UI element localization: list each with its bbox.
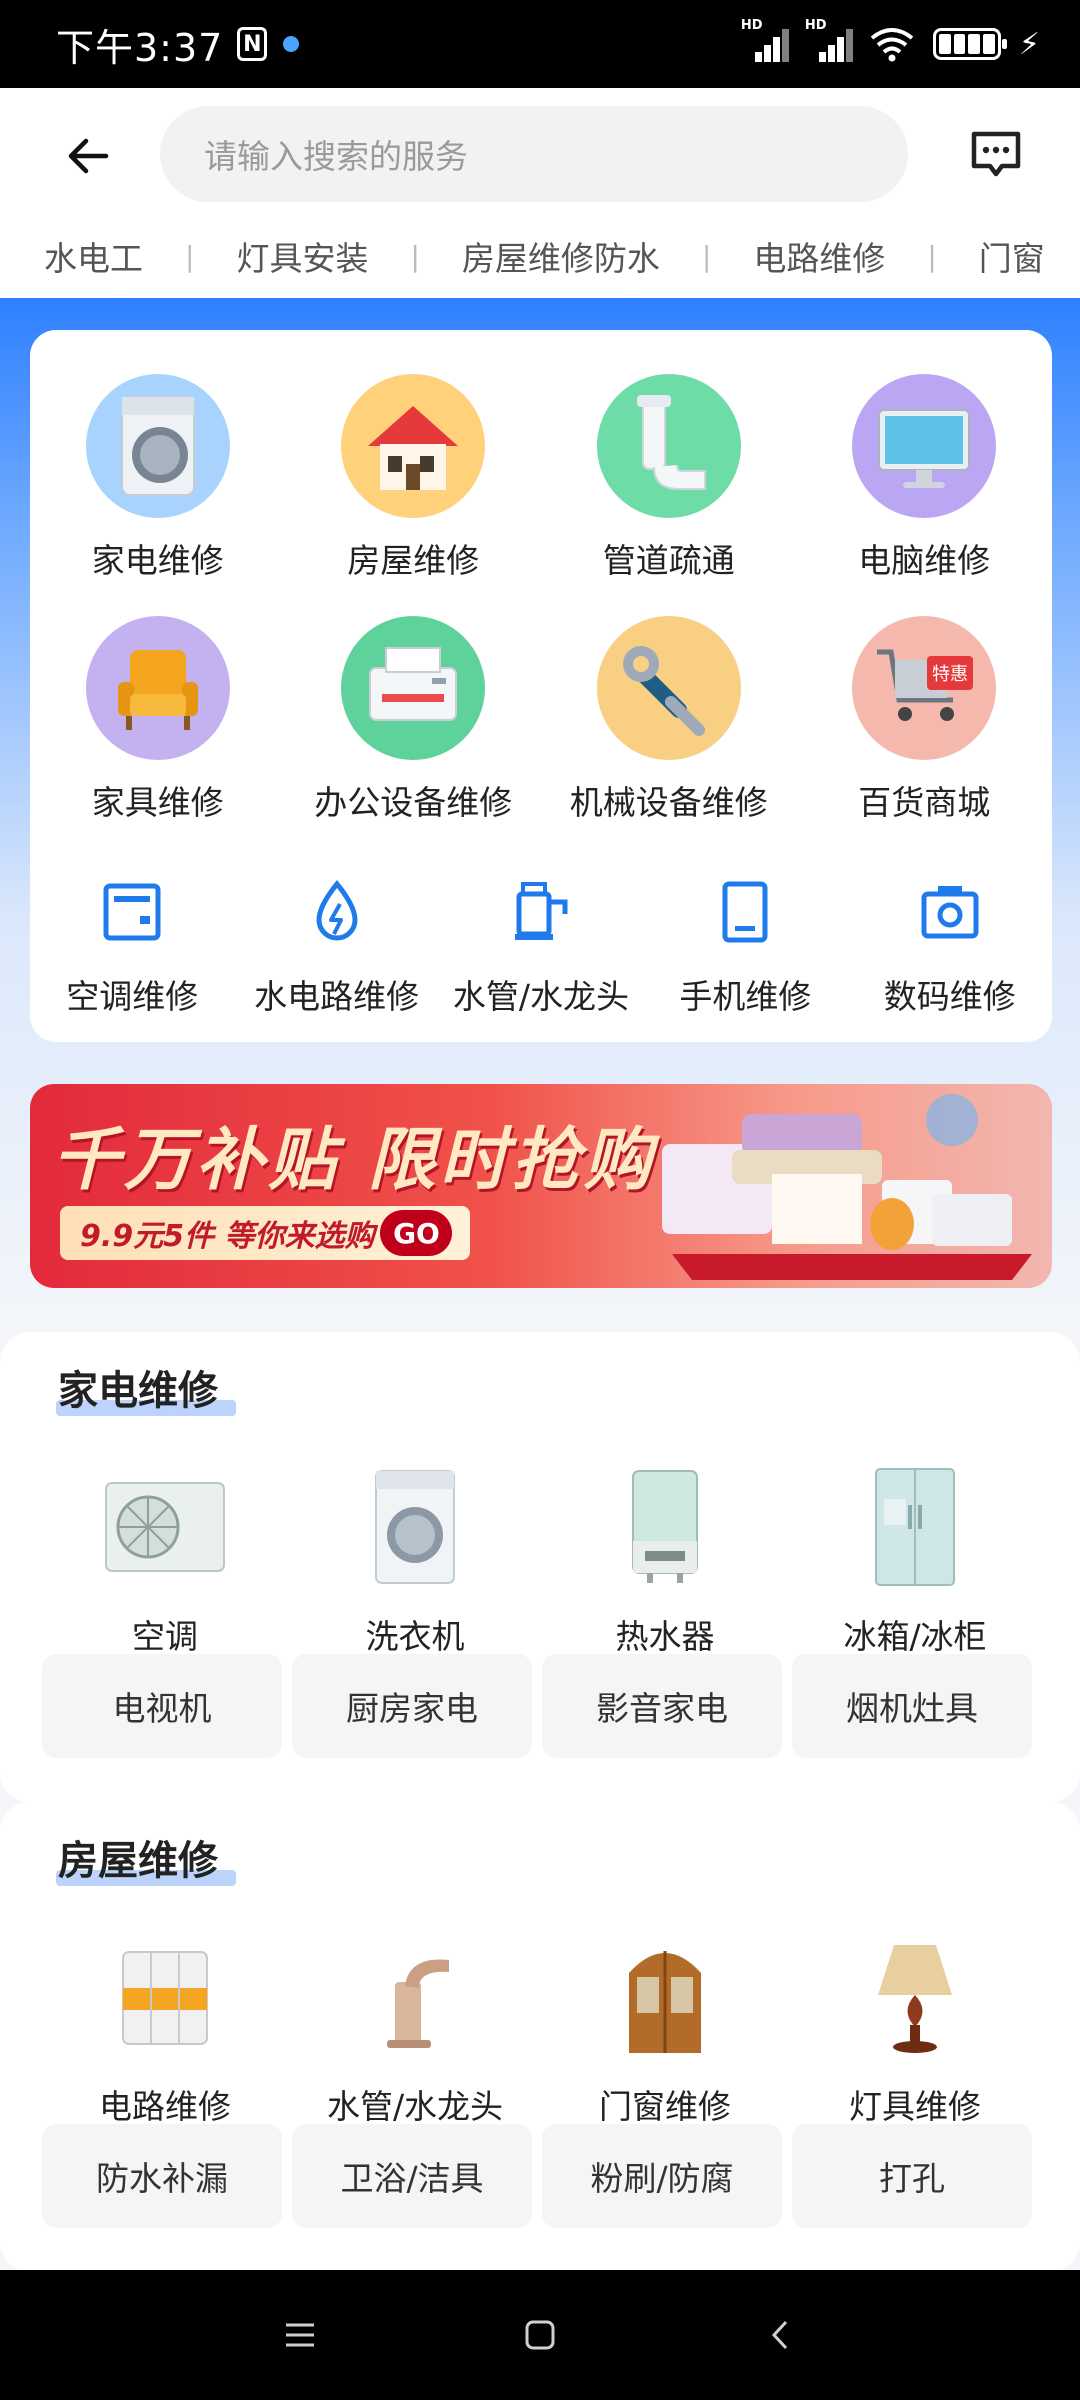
services-row: 家电维修 房屋维修 管道疏通 电脑维修 xyxy=(30,374,1052,582)
signal-icon: HD xyxy=(741,18,789,62)
service-water-electric-repair[interactable]: 水电路维修 xyxy=(234,876,438,1018)
category-tab[interactable]: 电路维修 xyxy=(753,232,885,280)
phone-icon xyxy=(709,876,781,948)
menu-button[interactable] xyxy=(270,2305,330,2365)
services-row-small: 空调维修 水电路维修 水管/水龙头 手机维修 数码维修 xyxy=(30,876,1052,1018)
search-placeholder: 请输入搜索的服务 xyxy=(204,137,468,176)
service-machinery-repair[interactable]: 机械设备维修 xyxy=(541,616,797,824)
chip-waterproofing[interactable]: 防水补漏 xyxy=(42,2124,282,2228)
service-furniture-repair[interactable]: 家具维修 xyxy=(30,616,286,824)
banner-title: 千万补贴 限时抢购 xyxy=(52,1121,656,1200)
water-electric-icon xyxy=(301,876,373,948)
back-button[interactable] xyxy=(60,128,116,184)
banner-go-button[interactable]: GO xyxy=(380,1210,453,1256)
house-repair-section: 房屋维修 电路维修 水管/水龙头 门窗维修 灯具维修 防水补漏 卫浴/洁具 粉刷… xyxy=(0,1802,1080,2272)
product-row: 电路维修 水管/水龙头 门窗维修 灯具维修 xyxy=(40,1932,1040,2128)
chip-tv[interactable]: 电视机 xyxy=(42,1654,282,1758)
product-circuit-repair[interactable]: 电路维修 xyxy=(40,1932,290,2128)
product-faucet[interactable]: 水管/水龙头 xyxy=(290,1932,540,2128)
wrench-icon xyxy=(596,616,741,760)
back-nav-button[interactable] xyxy=(750,2305,810,2365)
search-input[interactable]: 请输入搜索的服务 xyxy=(160,106,908,202)
product-row: 空调 洗衣机 热水器 冰箱/冰柜 xyxy=(40,1462,1040,1658)
svg-text:特惠: 特惠 xyxy=(932,664,968,685)
status-time: 下午3:37 xyxy=(56,25,224,70)
category-tab[interactable]: 灯具安装 xyxy=(236,232,368,280)
status-icons: HD HD ⚡ xyxy=(741,18,1040,62)
battery-icon xyxy=(932,28,1007,60)
washing-machine-icon xyxy=(85,374,230,518)
service-office-equipment[interactable]: 办公设备维修 xyxy=(286,616,542,824)
home-button[interactable] xyxy=(510,2305,570,2365)
chip-row: 防水补漏 卫浴/洁具 粉刷/防腐 打孔 xyxy=(42,2124,1042,2228)
product-washing-machine[interactable]: 洗衣机 xyxy=(290,1462,540,1658)
printer-icon xyxy=(341,616,486,760)
goods-image xyxy=(662,1094,1032,1280)
category-tab[interactable]: 房屋维修防水 xyxy=(462,232,660,280)
chip-row: 电视机 厨房家电 影音家电 烟机灶具 xyxy=(42,1654,1042,1758)
section-title: 房屋维修 xyxy=(56,1828,236,1886)
lamp-icon xyxy=(845,1932,985,2062)
services-row: 家具维修 办公设备维修 机械设备维修 特惠 百货商城 xyxy=(30,616,1052,824)
status-bar: 下午3:37 N HD HD ⚡ xyxy=(0,0,1080,88)
service-faucet-repair[interactable]: 水管/水龙头 xyxy=(439,876,643,1018)
services-card: 家电维修 房屋维修 管道疏通 电脑维修 家具维修 办公设备维修 机械设备维修 特… xyxy=(30,330,1052,1042)
door-icon xyxy=(595,1932,735,2062)
notification-dot-icon xyxy=(283,36,300,52)
house-icon xyxy=(341,374,486,518)
banner-subtitle: 9.9元5件 等你来选购 GO xyxy=(60,1206,471,1260)
product-water-heater[interactable]: 热水器 xyxy=(540,1462,790,1658)
pipe-icon xyxy=(596,374,741,518)
service-phone-repair[interactable]: 手机维修 xyxy=(643,876,847,1018)
header: 请输入搜索的服务 水电工 | 灯具安装 | 房屋维修防水 | 电路维修 | 门窗 xyxy=(0,88,1080,298)
product-lamp[interactable]: 灯具维修 xyxy=(790,1932,1040,2128)
chip-bathroom[interactable]: 卫浴/洁具 xyxy=(292,2124,532,2228)
wifi-icon xyxy=(870,28,914,62)
message-icon xyxy=(971,131,1021,177)
water-heater-icon xyxy=(595,1462,735,1592)
section-title: 家电维修 xyxy=(56,1358,236,1416)
product-refrigerator[interactable]: 冰箱/冰柜 xyxy=(790,1462,1040,1658)
charging-icon: ⚡ xyxy=(1018,26,1040,62)
air-conditioner-icon xyxy=(95,1462,235,1592)
chip-range-hood-stove[interactable]: 烟机灶具 xyxy=(792,1654,1032,1758)
promo-banner[interactable]: 千万补贴 限时抢购 9.9元5件 等你来选购 GO xyxy=(30,1084,1052,1288)
service-appliance-repair[interactable]: 家电维修 xyxy=(30,374,286,582)
chevron-left-icon xyxy=(771,2320,788,2350)
service-computer-repair[interactable]: 电脑维修 xyxy=(797,374,1053,582)
menu-icon xyxy=(286,2323,314,2347)
camera-icon xyxy=(914,876,986,948)
service-digital-repair[interactable]: 数码维修 xyxy=(848,876,1052,1018)
message-button[interactable] xyxy=(966,124,1026,184)
chip-audio-video[interactable]: 影音家电 xyxy=(542,1654,782,1758)
washing-machine-icon xyxy=(345,1462,485,1592)
signal-icon-2: HD xyxy=(805,18,853,62)
faucet-icon xyxy=(345,1932,485,2062)
category-tab[interactable]: 门窗 xyxy=(979,232,1045,280)
faucet-icon xyxy=(505,876,577,948)
service-ac-repair[interactable]: 空调维修 xyxy=(30,876,234,1018)
circuit-breaker-icon xyxy=(95,1932,235,2062)
service-house-repair[interactable]: 房屋维修 xyxy=(286,374,542,582)
appliance-repair-section: 家电维修 空调 洗衣机 热水器 冰箱/冰柜 电视机 厨房家电 影音家电 烟机灶具 xyxy=(0,1332,1080,1802)
air-conditioner-icon xyxy=(96,876,168,948)
home-icon xyxy=(525,2320,555,2350)
service-department-store[interactable]: 特惠 百货商城 xyxy=(797,616,1053,824)
system-nav-bar xyxy=(0,2270,1080,2400)
chip-painting[interactable]: 粉刷/防腐 xyxy=(542,2124,782,2228)
service-pipe-dredging[interactable]: 管道疏通 xyxy=(541,374,797,582)
chip-kitchen-appliance[interactable]: 厨房家电 xyxy=(292,1654,532,1758)
chip-drilling[interactable]: 打孔 xyxy=(792,2124,1032,2228)
product-door-window[interactable]: 门窗维修 xyxy=(540,1932,790,2128)
arrow-left-icon xyxy=(68,138,109,174)
nfc-icon: N xyxy=(237,27,268,61)
refrigerator-icon xyxy=(845,1462,985,1592)
computer-icon xyxy=(852,374,997,518)
armchair-icon xyxy=(85,616,230,760)
category-tabs: 水电工 | 灯具安装 | 房屋维修防水 | 电路维修 | 门窗 xyxy=(0,220,1080,292)
category-tab[interactable]: 水电工 xyxy=(44,232,143,280)
shopping-cart-icon: 特惠 xyxy=(852,616,997,760)
product-air-conditioner[interactable]: 空调 xyxy=(40,1462,290,1658)
